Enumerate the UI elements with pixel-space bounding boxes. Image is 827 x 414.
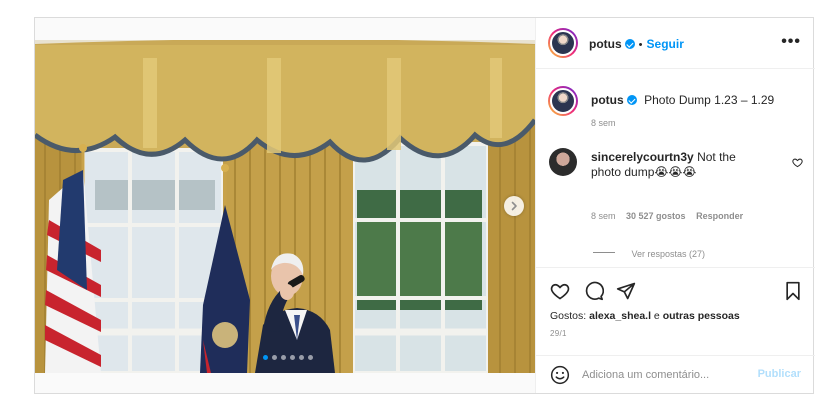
post-photo[interactable] — [35, 18, 535, 393]
share-icon[interactable] — [616, 281, 636, 301]
bookmark-icon[interactable] — [784, 281, 802, 301]
carousel-dot — [308, 355, 313, 360]
emoji-icon[interactable] — [550, 365, 570, 385]
carousel-dot — [281, 355, 286, 360]
oval-office-photo — [35, 40, 535, 373]
reply-button[interactable]: Responder — [696, 211, 743, 221]
post-date: 29/1 — [550, 329, 567, 338]
view-replies-label: Ver respostas (27) — [631, 249, 705, 259]
likes-prefix: Gostos: — [550, 310, 587, 322]
carousel-dot — [272, 355, 277, 360]
caption-age: 8 sem — [591, 118, 616, 128]
avatar[interactable] — [548, 28, 578, 58]
carousel-indicator — [263, 355, 313, 360]
caption-username[interactable]: potus — [591, 93, 624, 107]
carousel-dot — [290, 355, 295, 360]
verified-badge-icon — [626, 95, 637, 105]
likes-summary: Gostos: alexa_shea.l e outras pessoas — [550, 310, 740, 322]
comments-list[interactable]: potus Photo Dump 1.23 – 1.29 8 sem since… — [536, 69, 815, 267]
follow-button[interactable]: Seguir — [647, 37, 684, 51]
chevron-right-icon — [511, 201, 517, 211]
separator-dot: • — [638, 39, 643, 51]
post-header: potus • Seguir ••• — [536, 18, 815, 69]
post-card: potus • Seguir ••• potus Photo Dump 1.23 –… — [34, 17, 815, 394]
add-comment-bar: Publicar — [536, 355, 815, 394]
like-icon[interactable] — [550, 281, 570, 301]
post-actions: Gostos: alexa_shea.l e outras pessoas 29… — [536, 267, 815, 368]
carousel-dot — [263, 355, 268, 360]
comment-icon[interactable] — [584, 281, 604, 301]
more-options-icon[interactable]: ••• — [781, 33, 801, 51]
carousel-dot — [299, 355, 304, 360]
like-comment-icon[interactable] — [792, 157, 803, 168]
divider — [593, 252, 615, 254]
likes-others-link[interactable]: outras pessoas — [663, 310, 740, 322]
liked-by-username[interactable]: alexa_shea.l — [589, 310, 651, 322]
comment-input[interactable] — [582, 366, 742, 384]
comment-avatar[interactable] — [549, 148, 577, 176]
comment-age: 8 sem — [591, 211, 616, 221]
likes-joiner: e — [653, 310, 660, 322]
publish-button[interactable]: Publicar — [758, 368, 801, 380]
caption-text: Photo Dump 1.23 – 1.29 — [644, 93, 775, 107]
post-details-panel: potus • Seguir ••• potus Photo Dump 1.23 –… — [535, 18, 815, 393]
author-username[interactable]: potus — [589, 37, 622, 51]
comment-likes[interactable]: 30 527 gostos — [626, 211, 686, 221]
next-slide-button[interactable] — [504, 196, 524, 216]
verified-badge-icon — [624, 39, 635, 49]
caption-avatar[interactable] — [548, 86, 578, 116]
comment-username[interactable]: sincerelycourtn3y — [591, 150, 694, 164]
view-replies-button[interactable]: Ver respostas (27) — [593, 244, 705, 262]
